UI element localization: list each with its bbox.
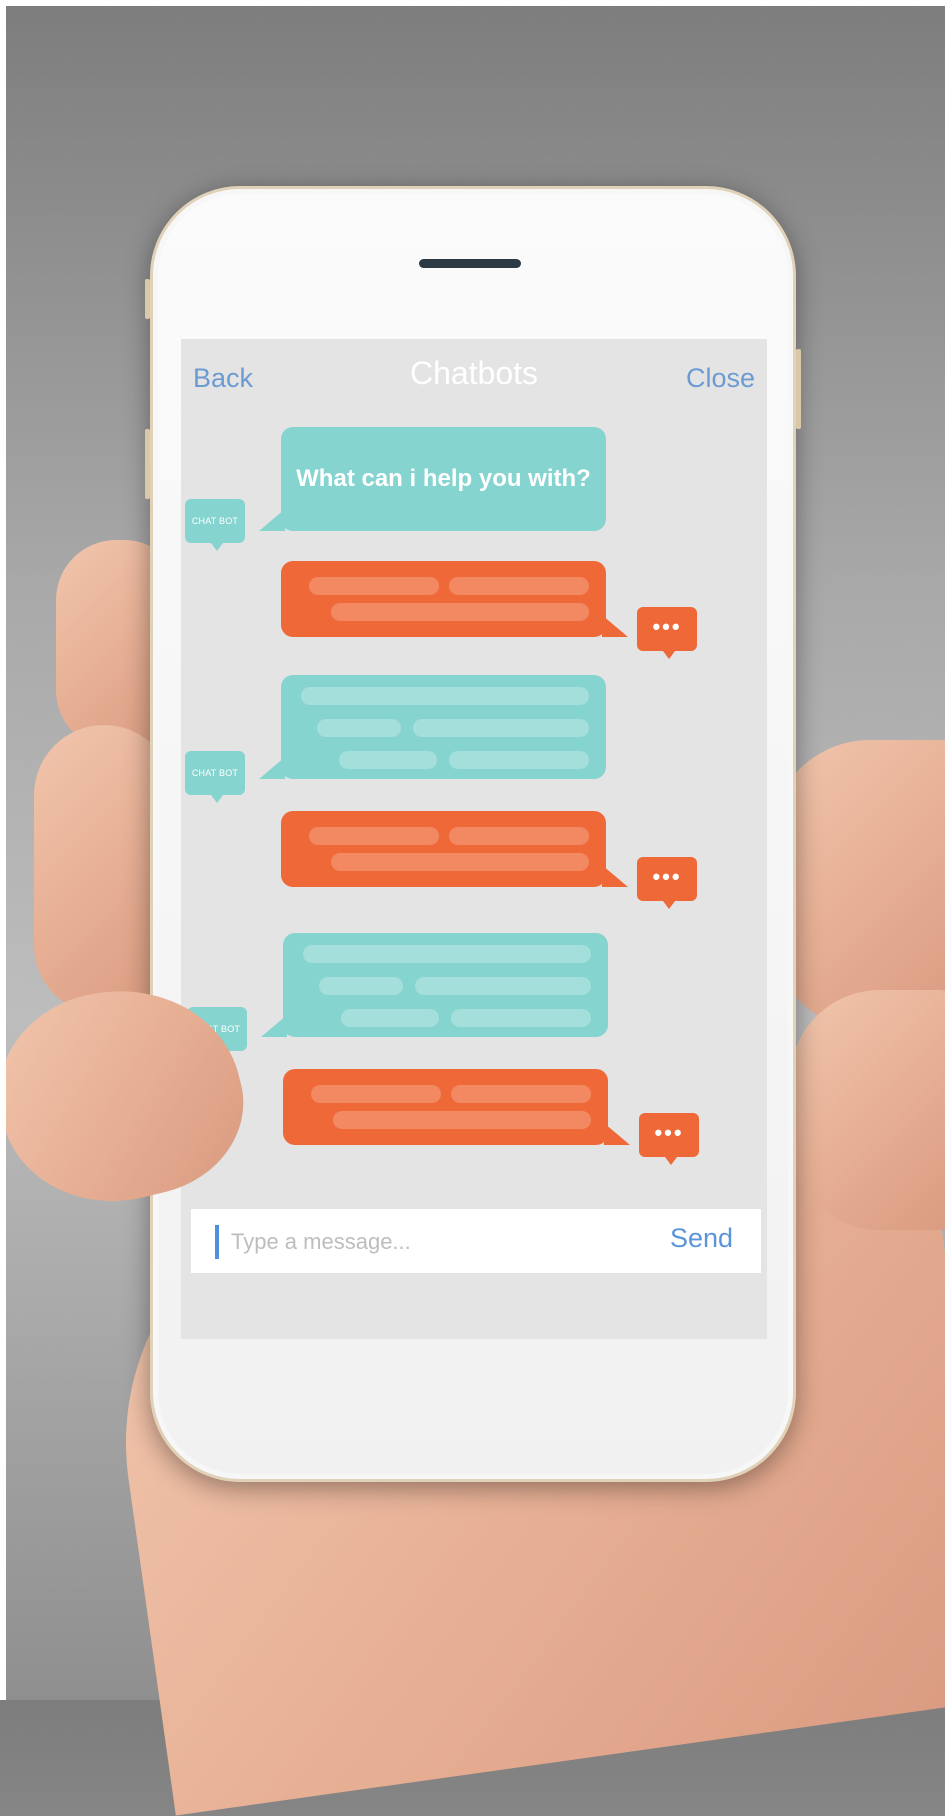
phone-side-button: [145, 279, 150, 319]
right-finger: [790, 990, 945, 1230]
message-placeholder-line: [309, 827, 439, 845]
ellipsis-icon: •••: [654, 1120, 684, 1145]
page-title: Chatbots: [409, 355, 539, 391]
user-message-bubble: [281, 561, 628, 637]
chat-bot-avatar: CHAT BOT: [185, 751, 245, 803]
ellipsis-icon: •••: [652, 864, 682, 889]
chat-bot-avatar: CHAT BOT: [185, 499, 245, 551]
message-placeholder-line: [451, 1085, 591, 1103]
message-placeholder-line: [339, 751, 437, 769]
bot-message-bubble: What can i help you with?: [259, 427, 606, 531]
message-placeholder-line: [331, 853, 589, 871]
earpiece-speaker: [419, 259, 521, 268]
message-placeholder-line: [451, 1009, 591, 1027]
bot-message-text: What can i help you with?: [296, 465, 591, 492]
message-placeholder-line: [331, 603, 589, 621]
message-placeholder-line: [449, 751, 589, 769]
bot-message-bubble: [261, 933, 608, 1037]
message-input[interactable]: [229, 1221, 633, 1263]
message-placeholder-line: [311, 1085, 441, 1103]
message-placeholder-line: [301, 687, 589, 705]
message-placeholder-line: [317, 719, 401, 737]
right-finger: [770, 740, 945, 1030]
ellipsis-icon: •••: [652, 614, 682, 639]
user-typing-avatar: •••: [639, 1113, 699, 1165]
message-placeholder-line: [303, 945, 591, 963]
message-composer: Send: [191, 1209, 761, 1273]
user-typing-avatar: •••: [637, 857, 697, 909]
phone-side-button: [145, 429, 150, 499]
close-button[interactable]: Close: [686, 363, 755, 394]
smartphone: Back Chatbots Close What can i help you …: [145, 186, 801, 1482]
message-placeholder-line: [449, 577, 589, 595]
message-placeholder-line: [319, 977, 403, 995]
user-message-bubble: [281, 811, 628, 887]
message-placeholder-line: [309, 577, 439, 595]
text-cursor: [215, 1225, 219, 1259]
message-placeholder-line: [415, 977, 591, 995]
user-message-bubble: [283, 1069, 630, 1145]
phone-side-button: [796, 349, 801, 429]
message-placeholder-line: [413, 719, 589, 737]
message-placeholder-line: [341, 1009, 439, 1027]
user-typing-avatar: •••: [637, 607, 697, 659]
chat-screen: Back Chatbots Close What can i help you …: [181, 339, 767, 1339]
message-placeholder-line: [449, 827, 589, 845]
bot-message-bubble: [259, 675, 606, 779]
message-placeholder-line: [333, 1111, 591, 1129]
send-button[interactable]: Send: [670, 1223, 733, 1254]
